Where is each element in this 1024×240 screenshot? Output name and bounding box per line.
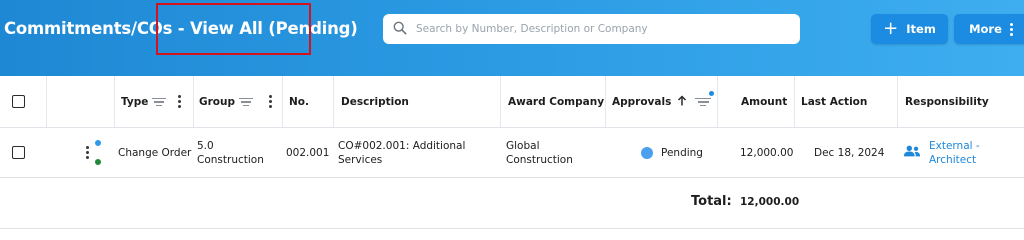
cell-approvals: Pending (641, 128, 703, 177)
column-header-approvals[interactable]: Approvals (612, 76, 715, 127)
description-line1: CO#002.001: Additional (338, 139, 466, 152)
column-label-approvals: Approvals (612, 95, 672, 108)
award-company-line1: Global (506, 139, 540, 152)
select-all-cell (12, 76, 25, 127)
search-icon (393, 20, 407, 39)
column-label-last-action: Last Action (801, 95, 868, 108)
filter-icon[interactable] (152, 97, 167, 107)
cell-type: Change Order (118, 128, 191, 177)
table-row[interactable]: Change Order 5.0 Construction 002.001 CO… (0, 128, 1024, 178)
column-header-amount[interactable]: Amount (741, 76, 787, 127)
status-dot-green (95, 159, 101, 165)
column-label-amount: Amount (741, 95, 788, 108)
group-value-line2: Construction (197, 153, 264, 166)
more-label: More (969, 22, 1002, 36)
more-button[interactable]: More (954, 14, 1024, 44)
people-icon (903, 144, 921, 161)
responsibility-line2: Architect (929, 153, 977, 166)
add-item-button[interactable]: + Item (871, 14, 948, 44)
column-header-award-company[interactable]: Award Company (508, 76, 604, 127)
group-value-line1: 5.0 (197, 139, 214, 152)
amount-value: 12,000.00 (740, 146, 794, 159)
pending-status-dot (641, 146, 653, 159)
total-label: Total: (691, 194, 732, 209)
row-menu-icon[interactable] (86, 146, 89, 159)
type-value: Change Order (118, 146, 192, 159)
cell-responsibility: External - Architect (903, 128, 980, 177)
column-header-group[interactable]: Group (199, 76, 273, 127)
column-label-responsibility: Responsibility (905, 95, 989, 108)
award-company-line2: Construction (506, 153, 573, 166)
column-header-number[interactable]: No. (289, 76, 309, 127)
plus-icon: + (883, 18, 899, 39)
responsibility-line1: External - (929, 139, 980, 152)
select-all-checkbox[interactable] (12, 95, 25, 108)
divider (0, 228, 1024, 229)
view-highlight-box (156, 3, 311, 55)
approval-status: Pending (661, 146, 703, 159)
page-header: Commitments/COs - View All (Pending) Sea… (0, 0, 1024, 76)
search-bar[interactable]: Search by Number, Description or Company (383, 14, 800, 44)
column-label-award-company: Award Company (508, 95, 605, 108)
active-filter-icon[interactable] (695, 90, 715, 107)
number-value: 002.001 (286, 146, 330, 159)
column-label-type: Type (121, 95, 149, 108)
cell-award-company: Global Construction (506, 128, 573, 177)
kebab-icon (1009, 22, 1013, 36)
column-header-description[interactable]: Description (341, 76, 409, 127)
cell-group: 5.0 Construction (197, 128, 264, 177)
row-checkbox[interactable] (12, 146, 25, 159)
column-menu-icon[interactable] (178, 95, 182, 108)
column-header-last-action[interactable]: Last Action (801, 76, 867, 127)
column-label-number: No. (289, 95, 309, 108)
add-item-label: Item (906, 22, 936, 36)
row-status-indicators (95, 140, 101, 165)
cell-description: CO#002.001: Additional Services (338, 128, 465, 177)
status-dot-blue (95, 140, 101, 146)
filter-active-dot (709, 90, 715, 96)
column-label-description: Description (341, 95, 409, 108)
sort-up-icon[interactable] (677, 94, 687, 109)
page-title-main: Commitments/COs (4, 19, 173, 38)
description-line2: Services (338, 153, 383, 166)
column-menu-icon[interactable] (269, 95, 273, 108)
last-action-value: Dec 18, 2024 (814, 146, 885, 159)
responsibility-link[interactable]: External - Architect (929, 139, 980, 167)
column-header-responsibility[interactable]: Responsibility (905, 76, 989, 127)
filter-icon[interactable] (239, 97, 254, 107)
total-value: 12,000.00 (740, 196, 800, 208)
search-input[interactable]: Search by Number, Description or Company (416, 23, 648, 35)
cell-number: 002.001 (286, 128, 329, 177)
column-label-group: Group (199, 95, 236, 108)
table-header: Type Group No. Description Award Company… (0, 76, 1024, 128)
column-header-type[interactable]: Type (121, 76, 182, 127)
row-select-cell (12, 128, 25, 177)
cell-last-action: Dec 18, 2024 (814, 128, 884, 177)
cell-amount: 12,000.00 (740, 128, 793, 177)
row-actions-cell (86, 128, 101, 177)
